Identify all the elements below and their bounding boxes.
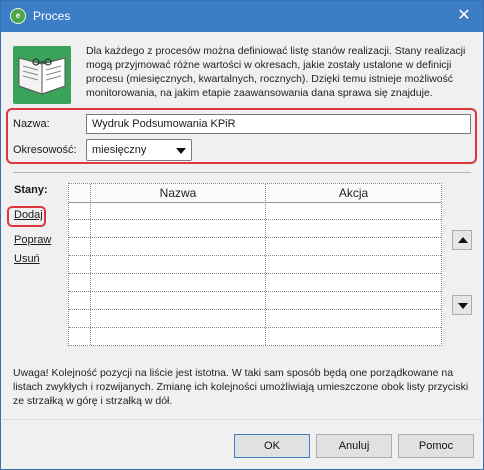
column-header-nazwa[interactable]: Nazwa [91, 184, 265, 202]
anuluj-button[interactable]: Anuluj [316, 434, 392, 458]
close-button[interactable]: ✕ [453, 5, 475, 27]
usun-link[interactable]: Usuń [14, 253, 40, 265]
book-icon [13, 46, 71, 104]
button-bar: OK Anuluj Pomoc [2, 419, 482, 469]
dodaj-link[interactable]: Dodaj [14, 209, 43, 221]
move-down-button[interactable] [452, 295, 472, 315]
grid-line [69, 273, 441, 274]
okresowosc-label: Okresowość: [13, 144, 77, 156]
ok-button[interactable]: OK [234, 434, 310, 458]
app-icon: e [10, 8, 26, 24]
window-title: Proces [33, 9, 71, 23]
pomoc-button[interactable]: Pomoc [398, 434, 474, 458]
grid-header: Nazwa Akcja [69, 184, 441, 203]
note-text: Uwaga! Kolejność pozycji na liście jest … [13, 367, 469, 407]
arrow-down-icon [458, 303, 468, 309]
stany-grid[interactable]: Nazwa Akcja [68, 183, 442, 346]
separator [13, 172, 471, 173]
grid-line [69, 309, 441, 310]
column-header-akcja[interactable]: Akcja [265, 184, 442, 202]
grid-line [69, 327, 441, 328]
popraw-link[interactable]: Popraw [14, 234, 51, 246]
grid-line [69, 255, 441, 256]
chevron-down-icon [176, 148, 186, 154]
grid-line [69, 237, 441, 238]
okresowosc-select[interactable]: miesięczny [86, 139, 192, 161]
dialog-content: Dla każdego z procesów można definiować … [2, 32, 482, 419]
description-text: Dla każdego z procesów można definiować … [86, 45, 466, 99]
arrow-up-icon [458, 237, 468, 243]
grid-line [69, 291, 441, 292]
nazwa-input[interactable]: Wydruk Podsumowania KPiR [86, 114, 471, 134]
nazwa-label: Nazwa: [13, 118, 50, 130]
grid-line [69, 219, 441, 220]
stany-label: Stany: [14, 184, 48, 196]
okresowosc-value: miesięczny [92, 144, 147, 156]
grid-line [265, 184, 266, 345]
grid-line [90, 184, 91, 345]
dialog-window: e Proces ✕ Dla każdego z procesów można … [0, 0, 484, 470]
move-up-button[interactable] [452, 230, 472, 250]
title-bar: e Proces ✕ [1, 1, 483, 32]
